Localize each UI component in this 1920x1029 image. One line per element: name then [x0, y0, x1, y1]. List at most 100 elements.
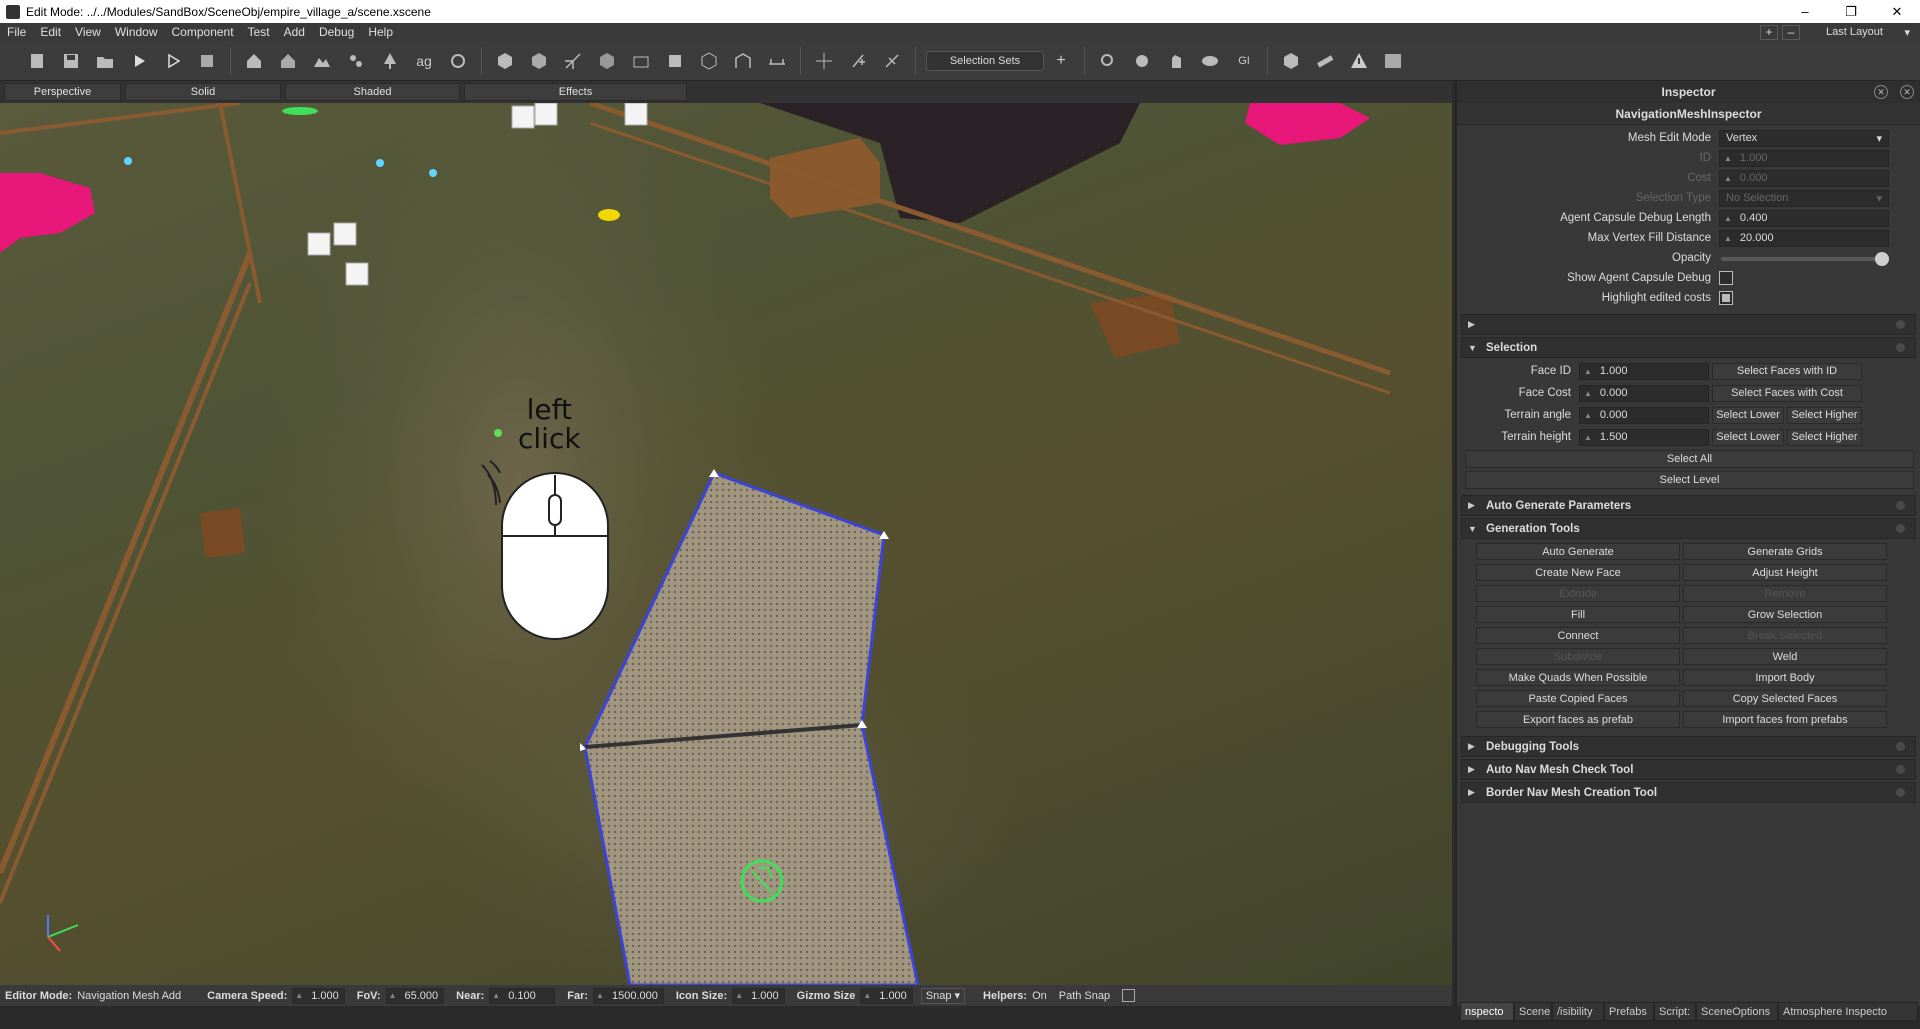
open-folder-icon[interactable] — [88, 44, 122, 78]
menu-window[interactable]: Window — [108, 25, 165, 39]
house-icon[interactable] — [237, 44, 271, 78]
icon-size-field[interactable]: ▲ 1.000 — [732, 987, 785, 1004]
hand-icon[interactable] — [1159, 44, 1193, 78]
show-agent-capsule-checkbox[interactable] — [1719, 271, 1733, 285]
menu-component[interactable]: Component — [165, 25, 241, 39]
snap-dropdown[interactable]: Snap ▾ — [920, 987, 966, 1004]
close-button[interactable]: ✕ — [1874, 0, 1920, 23]
snap-axis-icon[interactable] — [875, 44, 909, 78]
generate-grids-button[interactable]: Generate Grids — [1683, 543, 1887, 560]
box-tools-icon[interactable] — [1274, 44, 1308, 78]
select-faces-with-id-button[interactable]: Select Faces with ID — [1712, 362, 1862, 380]
snap-point-icon[interactable] — [807, 44, 841, 78]
menu-view[interactable]: View — [68, 25, 108, 39]
make-quads-when-possible-button[interactable]: Make Quads When Possible — [1476, 669, 1680, 686]
dock-tab-script[interactable]: Script: — [1654, 1002, 1696, 1021]
agent-capsule-length-field[interactable]: ▲ 0.400 — [1719, 209, 1889, 227]
dock-tab-inspector[interactable]: nspecto — [1460, 1002, 1514, 1021]
bridge-icon[interactable] — [760, 44, 794, 78]
path-snap-checkbox[interactable] — [1122, 989, 1136, 1002]
gi-icon[interactable]: GI — [1227, 44, 1261, 78]
remove-layout-button[interactable]: – — [1782, 24, 1800, 40]
menu-add[interactable]: Add — [277, 25, 312, 39]
tab-effects[interactable]: Effects — [464, 83, 687, 101]
box-outline-icon[interactable] — [692, 44, 726, 78]
gizmo-icon[interactable] — [556, 44, 590, 78]
dock-tab-scene[interactable]: Scene — [1514, 1002, 1552, 1021]
terrain-height-select-higher-button[interactable]: Select Higher — [1787, 428, 1862, 446]
terrain-height-select-lower-button[interactable]: Select Lower — [1712, 428, 1784, 446]
weld-button[interactable]: Weld — [1683, 648, 1887, 665]
tab-perspective[interactable]: Perspective — [4, 83, 121, 101]
ruler-icon[interactable] — [1308, 44, 1342, 78]
gate-icon[interactable] — [726, 44, 760, 78]
paste-copied-faces-button[interactable]: Paste Copied Faces — [1476, 690, 1680, 707]
terrain-angle-select-higher-button[interactable]: Select Higher — [1787, 406, 1862, 424]
copy-selected-faces-button[interactable]: Copy Selected Faces — [1683, 690, 1887, 707]
select-all-button[interactable]: Select All — [1465, 450, 1914, 468]
menu-file[interactable]: File — [0, 25, 33, 39]
max-vertex-fill-field[interactable]: ▲ 20.000 — [1719, 229, 1889, 247]
play-icon[interactable] — [122, 44, 156, 78]
cube-select-icon[interactable] — [590, 44, 624, 78]
menu-help[interactable]: Help — [361, 25, 400, 39]
cube-icon[interactable] — [488, 44, 522, 78]
play-outline-icon[interactable] — [156, 44, 190, 78]
particles-icon[interactable] — [339, 44, 373, 78]
cube-add-icon[interactable] — [522, 44, 556, 78]
create-new-face-button[interactable]: Create New Face — [1476, 564, 1680, 581]
settings-lock-icon[interactable] — [190, 44, 224, 78]
minimize-button[interactable]: – — [1782, 0, 1828, 23]
select-faces-with-cost-button[interactable]: Select Faces with Cost — [1712, 384, 1862, 402]
selection-section-header[interactable]: ▼ Selection — [1461, 337, 1916, 358]
text-ag-icon[interactable]: ag — [407, 44, 441, 78]
disable-icon[interactable] — [441, 44, 475, 78]
helpers-value[interactable]: On — [1032, 990, 1047, 1002]
mesh-icon[interactable] — [624, 44, 658, 78]
inspector-close-icon[interactable]: ✕ — [1900, 85, 1914, 99]
menu-edit[interactable]: Edit — [33, 25, 68, 39]
add-layout-button[interactable]: + — [1760, 24, 1778, 40]
terrain-angle-field[interactable]: ▲ 0.000 — [1579, 406, 1709, 424]
opacity-slider[interactable] — [1719, 250, 1889, 267]
fill-button[interactable]: Fill — [1476, 606, 1680, 623]
house-grid-icon[interactable] — [271, 44, 305, 78]
sound-icon[interactable] — [1376, 44, 1410, 78]
import-body-button[interactable]: Import Body — [1683, 669, 1887, 686]
tree-icon[interactable] — [373, 44, 407, 78]
face-id-field[interactable]: ▲ 1.000 — [1579, 362, 1709, 380]
terrain-height-field[interactable]: ▲ 1.500 — [1579, 428, 1709, 446]
far-field[interactable]: ▲ 1500.000 — [593, 987, 664, 1004]
dock-tab-visibility[interactable]: /isibility — [1552, 1002, 1604, 1021]
export-faces-as-prefab-button[interactable]: Export faces as prefab — [1476, 711, 1680, 728]
weather-icon[interactable] — [1125, 44, 1159, 78]
adjust-height-button[interactable]: Adjust Height — [1683, 564, 1887, 581]
auto-nav-mesh-check-header[interactable]: ▶ Auto Nav Mesh Check Tool — [1461, 759, 1916, 780]
gizmo-size-field[interactable]: ▲ 1.000 — [860, 987, 913, 1004]
scene-viewport[interactable]: left click — [0, 103, 1452, 985]
eye-icon[interactable] — [1193, 44, 1227, 78]
tab-shaded[interactable]: Shaded — [285, 83, 460, 101]
terrain-icon[interactable] — [305, 44, 339, 78]
maximize-button[interactable]: ❐ — [1828, 0, 1874, 23]
highlight-edited-checkbox[interactable] — [1719, 291, 1733, 305]
auto-generate-params-header[interactable]: ▶ Auto Generate Parameters — [1461, 495, 1916, 516]
save-icon[interactable] — [54, 44, 88, 78]
warning-icon[interactable] — [1342, 44, 1376, 78]
terrain-angle-select-lower-button[interactable]: Select Lower — [1712, 406, 1784, 424]
selection-sets-dropdown[interactable]: Selection Sets — [926, 50, 1044, 71]
connect-button[interactable]: Connect — [1476, 627, 1680, 644]
collapsed-section[interactable]: ▶ — [1461, 314, 1916, 335]
camera-search-icon[interactable] — [1091, 44, 1125, 78]
opacity-slider-knob[interactable] — [1875, 251, 1889, 266]
fov-field[interactable]: ▲ 65.000 — [385, 987, 445, 1004]
snap-add-icon[interactable] — [841, 44, 875, 78]
dock-tab-sceneoptions[interactable]: SceneOptions — [1696, 1002, 1778, 1021]
menu-test[interactable]: Test — [241, 25, 277, 39]
add-selection-set-button[interactable]: + — [1044, 44, 1078, 78]
auto-generate-button[interactable]: Auto Generate — [1476, 543, 1680, 560]
camera-speed-field[interactable]: ▲ 1.000 — [292, 987, 345, 1004]
select-level-button[interactable]: Select Level — [1465, 471, 1914, 489]
import-faces-from-prefabs-button[interactable]: Import faces from prefabs — [1683, 711, 1887, 728]
menu-debug[interactable]: Debug — [312, 25, 361, 39]
